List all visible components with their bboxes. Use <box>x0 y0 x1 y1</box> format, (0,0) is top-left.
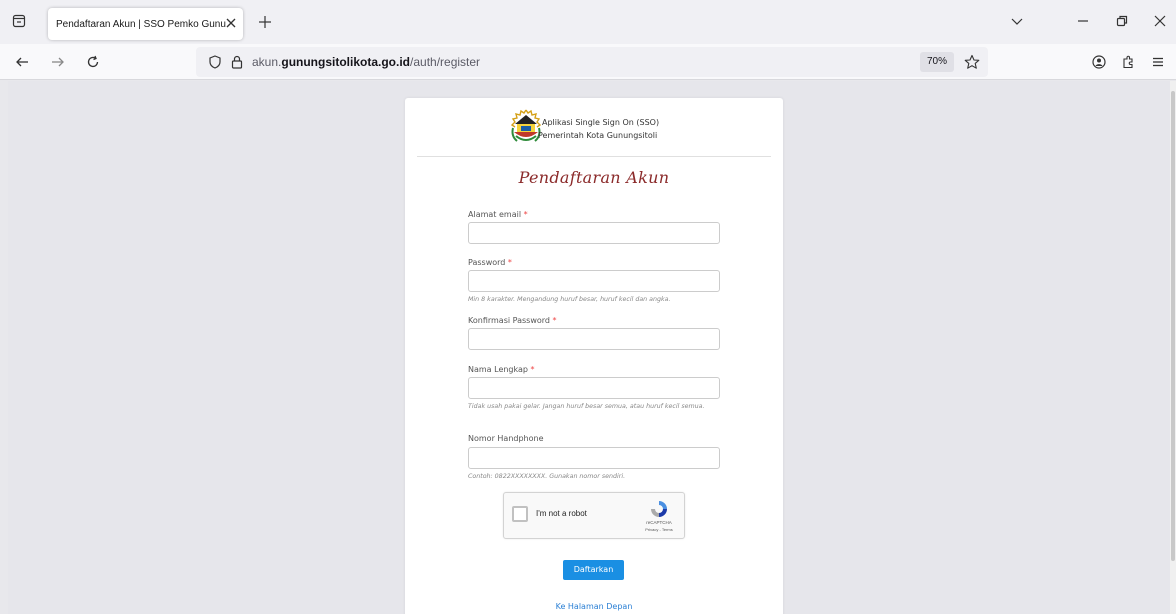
home-page-link[interactable]: Ke Halaman Depan <box>405 602 783 611</box>
register-button[interactable]: Daftarkan <box>563 560 624 580</box>
restore-icon[interactable] <box>1115 14 1129 28</box>
browser-navigation-bar: akun.gunungsitolikota.go.id/auth/registe… <box>0 44 1176 80</box>
menu-icon[interactable] <box>1151 55 1165 69</box>
browser-tab-bar: Pendaftaran Akun | SSO Pemko Gunungsitol… <box>0 0 1176 44</box>
required-marker: * <box>552 316 557 325</box>
phone-help: Contoh: 0822XXXXXXXX. Gunakan nomor send… <box>468 473 626 480</box>
scrollbar-thumb[interactable] <box>1171 91 1175 561</box>
url-bar[interactable]: akun.gunungsitolikota.go.id/auth/registe… <box>196 47 988 77</box>
password-label: Password * <box>468 258 512 267</box>
email-field[interactable] <box>468 222 720 244</box>
recaptcha-terms-link[interactable]: Privacy - Terms <box>636 527 682 532</box>
minimize-icon[interactable] <box>1076 14 1090 28</box>
recaptcha-checkbox[interactable] <box>512 506 528 522</box>
confirm-password-label: Konfirmasi Password * <box>468 316 557 325</box>
confirm-password-field[interactable] <box>468 328 720 350</box>
window-close-icon[interactable] <box>1153 14 1167 28</box>
registration-card: Aplikasi Single Sign On (SSO) Pemerintah… <box>405 98 783 614</box>
phone-label: Nomor Handphone <box>468 434 544 443</box>
required-marker: * <box>523 210 528 219</box>
city-emblem-logo <box>510 109 542 142</box>
recaptcha-logo-icon <box>651 501 667 517</box>
zoom-level-badge[interactable]: 70% <box>920 52 954 72</box>
url-text[interactable]: akun.gunungsitolikota.go.id/auth/registe… <box>252 55 480 69</box>
full-name-help: Tidak usah pakai gelar. Jangan huruf bes… <box>468 403 705 410</box>
password-help: Min 8 karakter. Mengandung huruf besar, … <box>468 296 671 303</box>
email-label: Alamat email * <box>468 210 528 219</box>
phone-field[interactable] <box>468 447 720 469</box>
close-icon[interactable] <box>225 17 237 29</box>
back-arrow-icon[interactable] <box>15 55 29 69</box>
tab-title: Pendaftaran Akun | SSO Pemko Gunungsitol… <box>56 18 226 30</box>
required-marker: * <box>507 258 512 267</box>
full-name-field[interactable] <box>468 377 720 399</box>
page-title: Pendaftaran Akun <box>518 168 670 187</box>
lock-icon[interactable] <box>230 55 244 69</box>
extensions-icon[interactable] <box>1121 55 1135 69</box>
header-divider <box>417 156 771 157</box>
password-field[interactable] <box>468 270 720 292</box>
tab-list-icon[interactable] <box>12 14 26 28</box>
shield-icon[interactable] <box>208 55 222 69</box>
reload-icon[interactable] <box>86 55 100 69</box>
star-icon[interactable] <box>964 54 980 70</box>
page-scrollbar[interactable] <box>1170 81 1176 614</box>
chevron-down-icon[interactable] <box>1010 14 1024 28</box>
forward-arrow-icon[interactable] <box>51 55 65 69</box>
required-marker: * <box>530 365 535 374</box>
recaptcha-brand: reCAPTCHA <box>646 520 672 525</box>
active-tab[interactable]: Pendaftaran Akun | SSO Pemko Gunungsitol… <box>48 8 243 40</box>
recaptcha-widget: I'm not a robot reCAPTCHA Privacy - Term… <box>503 492 685 539</box>
plus-icon[interactable] <box>258 15 272 29</box>
app-name: Aplikasi Single Sign On (SSO) <box>542 118 660 127</box>
recaptcha-label: I'm not a robot <box>536 509 587 518</box>
full-name-label: Nama Lengkap * <box>468 365 535 374</box>
account-icon[interactable] <box>1092 55 1106 69</box>
org-name: Pemerintah Kota Gunungsitoli <box>538 131 658 140</box>
